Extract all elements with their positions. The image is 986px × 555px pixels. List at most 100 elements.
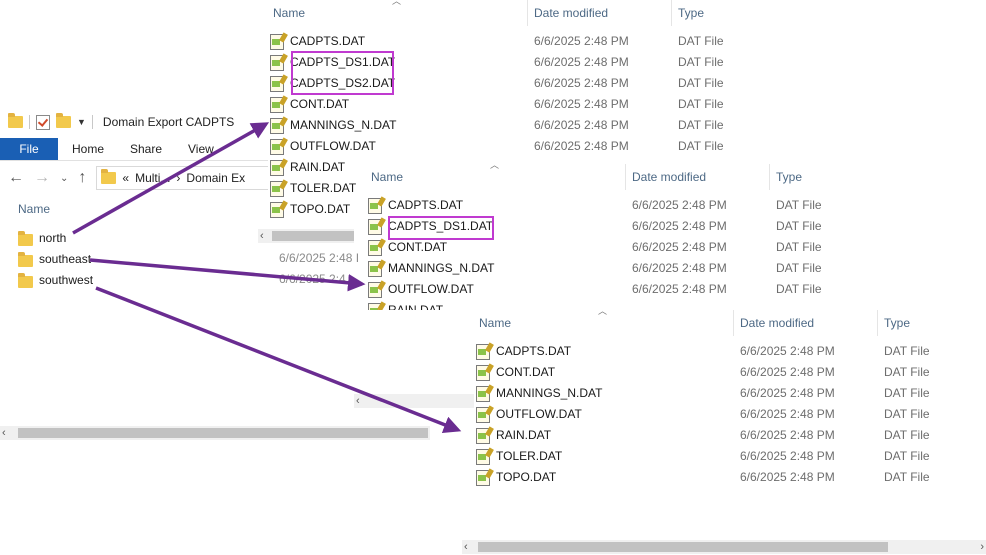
horizontal-scrollbar-north[interactable]: ‹ [258, 229, 354, 243]
folder-item-north[interactable]: north [18, 228, 66, 248]
file-type: DAT File [678, 118, 724, 132]
folder-item-southeast[interactable]: southeast [18, 249, 91, 269]
file-type: DAT File [884, 428, 930, 442]
dat-file-icon [476, 386, 490, 402]
folder-icon [101, 169, 117, 184]
new-folder-icon[interactable] [56, 113, 71, 128]
column-divider[interactable] [527, 0, 528, 26]
dat-file-icon [368, 261, 382, 277]
toolbar-divider [29, 115, 30, 129]
scroll-left-icon[interactable]: ‹ [356, 394, 360, 408]
file-type: DAT File [678, 34, 724, 48]
file-name: TOPO.DAT [496, 470, 557, 484]
scroll-right-icon[interactable]: › [980, 540, 984, 554]
tab-file[interactable]: File [0, 138, 58, 160]
sort-ascending-icon: ︿ [392, 0, 402, 6]
file-name: CADPTS.DAT [496, 344, 572, 358]
up-arrow-icon[interactable]: ↑ [78, 169, 86, 187]
file-date-modified: 6/6/2025 2:48 PM [632, 282, 727, 296]
column-header-type[interactable]: Type [776, 164, 802, 190]
dat-file-icon [270, 76, 284, 92]
file-type: DAT File [678, 139, 724, 153]
column-header-date-modified[interactable]: Date modified [740, 310, 814, 336]
tab-share[interactable]: Share [130, 138, 162, 160]
file-date-modified: 6/6/2025 2:48 PM [534, 55, 629, 69]
breadcrumb-separator[interactable]: › [176, 171, 180, 185]
folder-icon [18, 251, 33, 267]
quick-access-toolbar: ▼ Domain Export CADPTS [8, 112, 234, 132]
file-type: DAT File [884, 449, 930, 463]
column-divider[interactable] [733, 310, 734, 336]
column-header-date-modified[interactable]: Date modified [534, 0, 608, 26]
column-divider[interactable] [671, 0, 672, 26]
file-name: OUTFLOW.DAT [290, 139, 376, 153]
file-type: DAT File [776, 282, 822, 296]
address-bar[interactable]: « Multi... › Domain Ex [96, 166, 268, 190]
dat-file-icon [476, 428, 490, 444]
file-type: DAT File [776, 219, 822, 233]
file-date-modified: 6/6/2025 2:48 PM [632, 240, 727, 254]
breadcrumb-multi[interactable]: Multi... [135, 171, 170, 185]
file-name: CONT.DAT [388, 240, 448, 254]
column-divider[interactable] [877, 310, 878, 336]
column-header-type[interactable]: Type [884, 310, 910, 336]
breadcrumb-overflow[interactable]: « [122, 171, 129, 185]
scrollbar-thumb[interactable] [18, 428, 428, 438]
folder-label: southeast [39, 252, 92, 266]
dat-file-icon [270, 139, 284, 155]
file-name: TOLER.DAT [496, 449, 563, 463]
horizontal-scrollbar-southwest[interactable]: ‹ › [462, 540, 986, 554]
column-divider[interactable] [769, 164, 770, 190]
file-type: DAT File [884, 470, 930, 484]
file-type: DAT File [776, 198, 822, 212]
tab-home[interactable]: Home [72, 138, 104, 160]
column-header-name[interactable]: Name [18, 202, 50, 216]
tab-view[interactable]: View [188, 138, 214, 160]
file-name: RAIN.DAT [290, 160, 346, 174]
dat-file-icon [270, 34, 284, 50]
folder-label: north [39, 231, 67, 245]
file-date-modified: 6/6/2025 2:48 PM [740, 428, 835, 442]
ribbon-tabs: File Home Share View [0, 138, 268, 161]
column-divider[interactable] [625, 164, 626, 190]
dat-file-icon [476, 449, 490, 465]
dat-file-icon [368, 240, 382, 256]
column-header-name[interactable]: Name [273, 0, 305, 26]
ghost-date: 6/6/2025 2:4 [279, 272, 346, 286]
file-type: DAT File [776, 240, 822, 254]
scrollbar-thumb[interactable] [478, 542, 888, 552]
recent-locations-chevron-icon[interactable]: ⌄ [60, 173, 68, 184]
file-date-modified: 6/6/2025 2:48 PM [534, 139, 629, 153]
file-date-modified: 6/6/2025 2:48 PM [534, 97, 629, 111]
file-name: CONT.DAT [496, 365, 556, 379]
address-bar-row: ← → ⌄ ↑ « Multi... › Domain Ex [8, 166, 268, 190]
scroll-left-icon[interactable]: ‹ [464, 540, 468, 554]
highlight-box [291, 51, 394, 95]
customize-toolbar-dropdown-icon[interactable]: ▼ [77, 117, 86, 127]
forward-arrow-icon[interactable]: → [34, 169, 50, 187]
folder-icon [8, 113, 23, 128]
column-header-name[interactable]: Name [371, 164, 403, 190]
file-date-modified: 6/6/2025 2:48 PM [740, 449, 835, 463]
sort-ascending-icon: ︿ [490, 160, 500, 170]
breadcrumb-domain-export[interactable]: Domain Ex [186, 171, 245, 185]
back-arrow-icon[interactable]: ← [8, 169, 24, 187]
horizontal-scrollbar-left[interactable]: ‹ [0, 426, 430, 440]
dat-file-icon [270, 97, 284, 113]
file-name: MANNINGS_N.DAT [388, 261, 495, 275]
column-header-type[interactable]: Type [678, 0, 704, 26]
file-type: DAT File [776, 261, 822, 275]
scrollbar-thumb[interactable] [272, 231, 354, 241]
folder-icon [18, 230, 33, 246]
column-header-date-modified[interactable]: Date modified [632, 164, 706, 190]
properties-icon[interactable] [36, 114, 50, 130]
scroll-left-icon[interactable]: ‹ [2, 426, 6, 440]
column-header-name[interactable]: Name [479, 310, 511, 336]
file-type: DAT File [884, 407, 930, 421]
horizontal-scrollbar-southeast[interactable]: ‹ [354, 394, 474, 408]
ghost-date: 6/6/2025 2:48 I [279, 251, 360, 265]
dat-file-icon [476, 344, 490, 360]
file-date-modified: 6/6/2025 2:48 PM [740, 386, 835, 400]
scroll-left-icon[interactable]: ‹ [260, 229, 264, 243]
folder-item-southwest[interactable]: southwest [18, 270, 93, 290]
